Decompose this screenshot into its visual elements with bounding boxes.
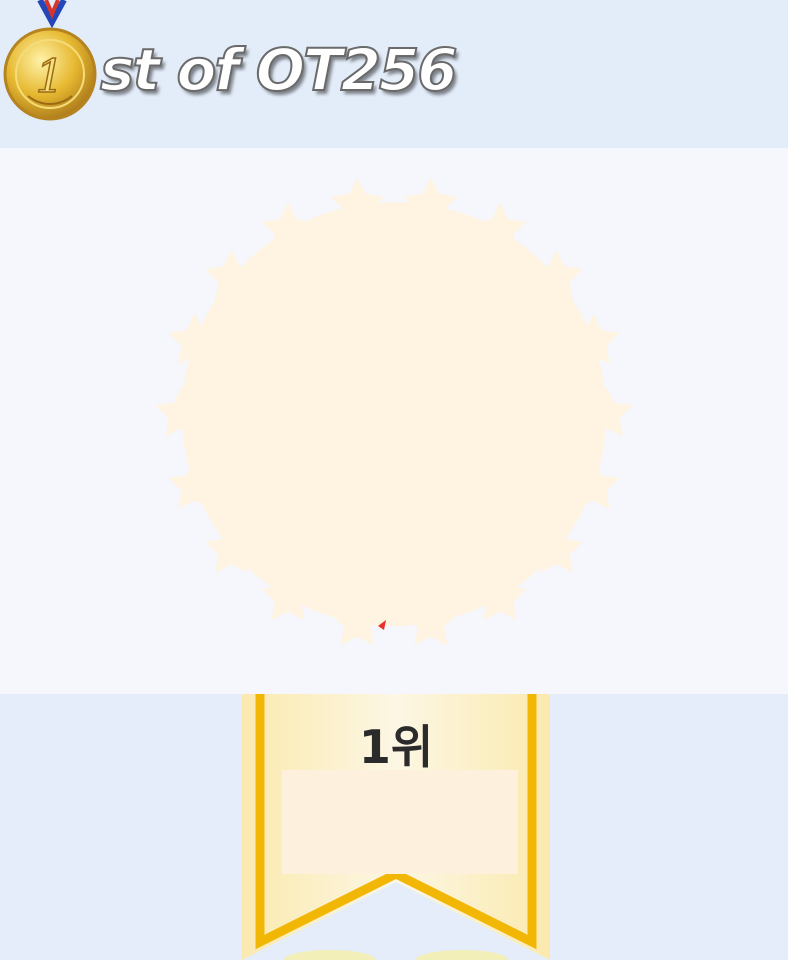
star-burst-badge-icon	[155, 178, 633, 646]
title-banner: 1 st of OT256	[0, 0, 788, 148]
gold-medal-icon: 1	[3, 0, 97, 121]
rank-label: 1위	[358, 720, 434, 770]
page-title: st of OT256	[99, 35, 459, 105]
rank-name-box	[282, 770, 518, 874]
medal-number: 1	[35, 49, 64, 103]
